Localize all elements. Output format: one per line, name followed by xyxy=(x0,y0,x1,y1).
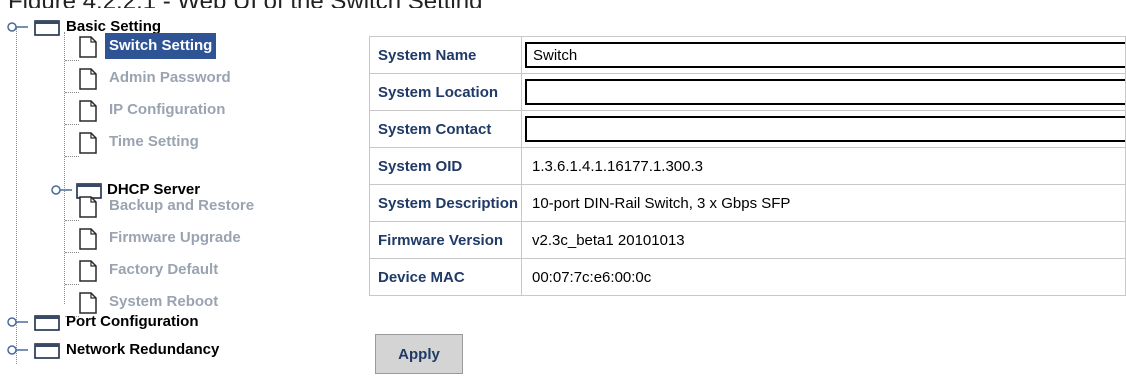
tree-item-ip-configuration[interactable]: IP Configuration xyxy=(78,95,225,125)
page-icon xyxy=(79,228,97,250)
table-row: System Name xyxy=(369,36,1126,74)
tree-item-admin-password[interactable]: Admin Password xyxy=(78,63,231,93)
folder-icon xyxy=(34,20,60,36)
tree-item-port-configuration[interactable]: Port Configuration xyxy=(6,307,198,337)
system-name-input[interactable] xyxy=(525,42,1125,68)
device-mac-value: 00:07:7c:e6:00:0c xyxy=(521,258,1126,296)
system-contact-cell xyxy=(521,110,1126,148)
tree-label-backup-and-restore: Backup and Restore xyxy=(109,197,255,214)
firmware-version-value: v2.3c_beta1 20101013 xyxy=(521,221,1126,259)
system-location-cell xyxy=(521,73,1126,111)
system-location-input[interactable] xyxy=(525,79,1125,105)
system-oid-value: 1.3.6.1.4.1.16177.1.300.3 xyxy=(521,147,1126,185)
system-description-label: System Description xyxy=(369,184,522,222)
firmware-version-label: Firmware Version xyxy=(369,221,522,259)
table-row: System Description 10-port DIN-Rail Swit… xyxy=(369,184,1126,222)
tree-item-firmware-upgrade[interactable]: Firmware Upgrade xyxy=(78,223,241,253)
switch-settings-table: System Name System Location System Conta… xyxy=(369,36,1126,296)
system-contact-label: System Contact xyxy=(369,110,522,148)
folder-icon xyxy=(34,343,60,359)
system-name-label: System Name xyxy=(369,36,522,74)
table-row: System Contact xyxy=(369,110,1126,148)
table-row: System OID 1.3.6.1.4.1.16177.1.300.3 xyxy=(369,147,1126,185)
page-icon xyxy=(79,36,97,58)
tree-item-time-setting[interactable]: Time Setting xyxy=(78,127,199,157)
tree-label-time-setting: Time Setting xyxy=(109,133,199,150)
tree-branch-line xyxy=(64,32,65,304)
expand-toggle-icon[interactable] xyxy=(6,344,28,356)
system-description-value: 10-port DIN-Rail Switch, 3 x Gbps SFP xyxy=(521,184,1126,222)
system-oid-label: System OID xyxy=(369,147,522,185)
tree-label-port-configuration: Port Configuration xyxy=(66,313,199,330)
page-icon xyxy=(79,196,97,218)
tree-connector xyxy=(65,284,79,285)
tree-connector xyxy=(65,156,79,157)
table-row: Firmware Version v2.3c_beta1 20101013 xyxy=(369,221,1126,259)
tree-label-switch-setting: Switch Setting xyxy=(105,33,217,59)
tree-connector xyxy=(65,124,79,125)
tree-item-switch-setting[interactable]: Switch Setting xyxy=(78,31,217,61)
tree-label-admin-password: Admin Password xyxy=(109,69,231,86)
tree-item-network-redundancy[interactable]: Network Redundancy xyxy=(6,335,219,365)
system-location-label: System Location xyxy=(369,73,522,111)
page-icon xyxy=(79,100,97,122)
tree-item-backup-and-restore[interactable]: Backup and Restore xyxy=(78,191,254,221)
table-row: System Location xyxy=(369,73,1126,111)
tree-label-network-redundancy: Network Redundancy xyxy=(66,341,220,358)
device-mac-label: Device MAC xyxy=(369,258,522,296)
apply-button[interactable]: Apply xyxy=(375,334,463,374)
tree-connector xyxy=(65,252,79,253)
system-contact-input[interactable] xyxy=(525,116,1125,142)
folder-icon xyxy=(34,315,60,331)
page-icon xyxy=(79,68,97,90)
figure-caption: Figure 4.2.2.1 - Web UI of the Switch Se… xyxy=(8,0,482,8)
tree-connector xyxy=(65,60,79,61)
tree-label-ip-configuration: IP Configuration xyxy=(109,101,226,118)
expand-toggle-icon[interactable] xyxy=(6,316,28,328)
table-row: Device MAC 00:07:7c:e6:00:0c xyxy=(369,258,1126,296)
system-name-cell xyxy=(521,36,1126,74)
tree-label-factory-default: Factory Default xyxy=(109,261,219,278)
page-icon xyxy=(79,132,97,154)
tree-label-firmware-upgrade: Firmware Upgrade xyxy=(109,229,241,246)
expand-toggle-icon[interactable] xyxy=(50,184,72,196)
tree-item-factory-default[interactable]: Factory Default xyxy=(78,255,218,285)
expand-toggle-icon[interactable] xyxy=(6,21,28,33)
tree-connector xyxy=(65,92,79,93)
tree-connector xyxy=(65,220,79,221)
page-icon xyxy=(79,260,97,282)
